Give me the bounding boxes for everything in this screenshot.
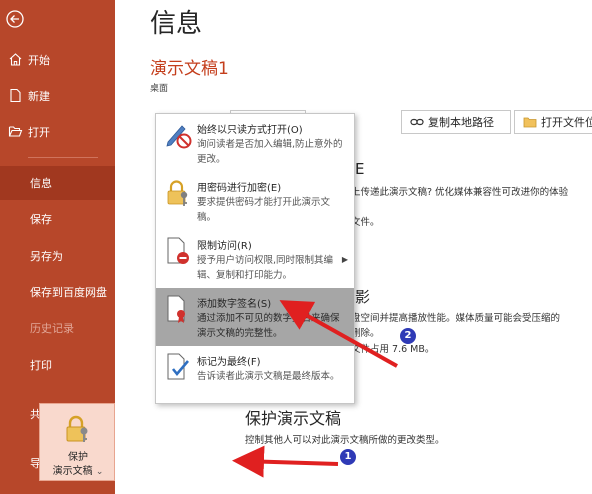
media-text-line1: 上传递此演示文稿? 优化媒体兼容性可改进你的体验 — [351, 187, 569, 198]
nav-label: 历史记录 — [30, 322, 74, 335]
menu-item-desc: 告诉读者此演示文稿是最终版本。 — [197, 371, 340, 382]
new-document-icon — [10, 88, 21, 103]
document-name: 演示文稿1 — [150, 59, 229, 79]
folder-icon — [523, 117, 537, 128]
open-file-location-button[interactable]: 打开文件位 — [514, 110, 592, 134]
menu-item-desc: 要求提供密码才能打开此演示文稿。 — [197, 197, 331, 223]
compress-text-line3: 文件占用 7.6 MB。 — [351, 344, 435, 355]
protect-presentation-button[interactable]: 保护 演示文稿 ⌄ — [39, 403, 115, 481]
nav-open[interactable]: 打开 — [0, 115, 115, 149]
nav-save[interactable]: 保存 — [0, 202, 115, 236]
read-only-pen-icon — [166, 125, 192, 149]
restrict-access-icon — [167, 237, 189, 264]
nav-label: 开始 — [28, 54, 50, 67]
lock-key-icon — [167, 180, 188, 206]
nav-label: 保存 — [30, 213, 52, 226]
nav-info[interactable]: 信息 — [0, 166, 115, 200]
menu-item-title: 用密码进行加密(E) — [197, 183, 282, 194]
menu-item-desc: 询问读者是否加入编辑,防止意外的更改。 — [197, 139, 343, 165]
menu-item-desc: 授予用户访问权限,同时限制其编辑、复制和打印能力。 — [197, 255, 334, 281]
media-section-title: E — [355, 160, 365, 178]
back-arrow-circle-icon[interactable] — [6, 10, 24, 28]
open-file-location-label: 打开文件位 — [541, 116, 592, 129]
submenu-arrow-icon: ▶ — [341, 255, 348, 264]
menu-item-add-digital-signature[interactable]: 添加数字签名(S) 通过添加不可见的数字签名来确保演示文稿的完整性。 — [156, 288, 354, 346]
nav-home[interactable]: 开始 — [0, 43, 115, 77]
compress-text-line2: 删除。 — [351, 328, 380, 339]
copy-local-path-label: 复制本地路径 — [428, 116, 494, 129]
menu-item-encrypt-with-password[interactable]: 用密码进行加密(E) 要求提供密码才能打开此演示文稿。 — [156, 172, 354, 230]
menu-item-desc: 通过添加不可见的数字签名来确保演示文稿的完整性。 — [197, 313, 340, 339]
nav-label: 信息 — [30, 177, 52, 190]
compress-text-line1: 盘空间并提高播放性能。媒体质量可能会受压缩的 — [351, 313, 561, 324]
nav-divider — [28, 157, 98, 158]
document-location: 桌面 — [150, 84, 169, 94]
lock-key-icon — [66, 415, 88, 442]
compress-section-title: 影 — [355, 288, 371, 306]
home-icon — [9, 53, 22, 66]
nav-save-baidu[interactable]: 保存到百度网盘 — [0, 275, 115, 309]
protect-dropdown-menu: 始终以只读方式打开(O) 询问读者是否加入编辑,防止意外的更改。 用密码进行加密… — [155, 113, 355, 404]
nav-history: 历史记录 — [0, 311, 115, 345]
protect-button-label-line1: 保护 — [68, 452, 88, 463]
copy-local-path-button[interactable]: 复制本地路径 — [401, 110, 511, 134]
nav-print[interactable]: 打印 — [0, 348, 115, 382]
nav-label: 新建 — [28, 90, 50, 103]
media-text-line3: 文件。 — [351, 217, 380, 228]
open-folder-icon — [8, 126, 23, 137]
menu-item-restrict-access[interactable]: 限制访问(R) 授予用户访问权限,同时限制其编辑、复制和打印能力。 ▶ — [156, 230, 354, 288]
menu-item-title: 限制访问(R) — [197, 241, 252, 252]
mark-final-icon — [167, 353, 189, 380]
nav-label: 打开 — [28, 126, 50, 139]
page-title: 信息 — [150, 9, 203, 39]
nav-label: 保存到百度网盘 — [30, 286, 107, 299]
chevron-down-icon: ⌄ — [95, 467, 104, 477]
step-badge-1: 1 — [339, 448, 357, 466]
menu-item-title: 标记为最终(F) — [197, 357, 261, 368]
nav-label: 打印 — [30, 359, 52, 372]
link-icon — [410, 118, 424, 126]
protect-section-description: 控制其他人可以对此演示文稿所做的更改类型。 — [245, 435, 445, 446]
nav-label: 另存为 — [30, 250, 63, 263]
menu-item-always-read-only[interactable]: 始终以只读方式打开(O) 询问读者是否加入编辑,防止意外的更改。 — [156, 114, 354, 172]
digital-signature-icon — [167, 295, 185, 323]
menu-item-title: 添加数字签名(S) — [197, 299, 272, 310]
step-badge-2: 2 — [399, 327, 417, 345]
protect-button-label-line2: 演示文稿 ⌄ — [52, 466, 104, 477]
menu-item-title: 始终以只读方式打开(O) — [197, 125, 303, 136]
nav-save-as[interactable]: 另存为 — [0, 239, 115, 273]
menu-item-mark-as-final[interactable]: 标记为最终(F) 告诉读者此演示文稿是最终版本。 — [156, 346, 354, 403]
protect-section-title: 保护演示文稿 — [245, 409, 342, 428]
nav-new[interactable]: 新建 — [0, 79, 115, 113]
